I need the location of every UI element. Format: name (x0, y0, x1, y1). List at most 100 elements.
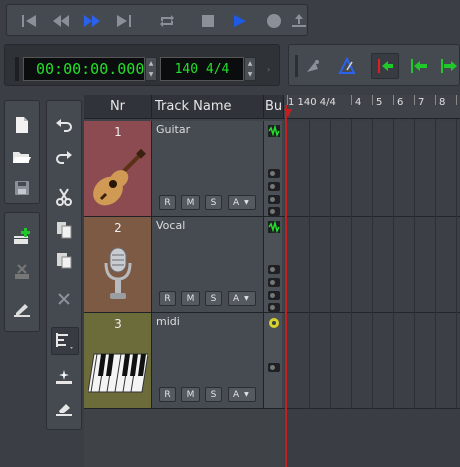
mute-button[interactable]: M (181, 195, 200, 210)
file-toolbar (4, 100, 40, 204)
playhead-cursor[interactable] (285, 105, 287, 467)
sparkle-icon (56, 370, 72, 384)
bus-connector[interactable] (268, 278, 280, 287)
fast-forward-button[interactable] (80, 9, 104, 33)
record-arm-button[interactable]: R (159, 195, 176, 210)
automation-label: A (233, 389, 240, 400)
rewind-button[interactable] (49, 9, 73, 33)
loop-button[interactable] (155, 9, 179, 33)
arrow-left-green-icon (411, 59, 427, 73)
track-body[interactable]: midi R M S A ▼ (152, 313, 264, 408)
mute-button[interactable]: M (181, 291, 200, 306)
pointer-tool-button[interactable] (301, 54, 325, 78)
bus-cell[interactable] (264, 313, 282, 408)
punch-icon (292, 14, 306, 27)
header-nr[interactable]: Nr (84, 95, 152, 119)
toolbar-grip (295, 55, 298, 77)
toolbar-extension-icon[interactable]: › (267, 65, 270, 74)
move-left-button[interactable] (407, 54, 431, 78)
grid-line (435, 119, 436, 409)
track-name[interactable]: midi (156, 315, 180, 328)
track-nr-cell[interactable]: 1 (84, 121, 152, 216)
metronome-button[interactable] (335, 54, 359, 78)
open-file-button[interactable] (10, 145, 34, 169)
track-nr-cell[interactable]: 3 (84, 313, 152, 408)
automation-dropdown[interactable]: A ▼ (228, 291, 256, 306)
ruler-tick (351, 95, 352, 105)
track-name[interactable]: Vocal (156, 219, 185, 232)
bus-connector[interactable] (268, 195, 280, 204)
header-bus[interactable]: Bu (264, 95, 284, 119)
bus-cell[interactable] (264, 217, 282, 312)
record-button[interactable] (262, 9, 286, 33)
clear-automation-button[interactable] (52, 365, 76, 389)
bus-cell[interactable] (264, 121, 282, 216)
bus-connector[interactable] (268, 182, 280, 191)
move-right-button[interactable] (437, 54, 460, 78)
forward-to-end-button[interactable] (112, 9, 136, 33)
bus-connector[interactable] (268, 169, 280, 178)
bus-connector[interactable] (268, 303, 280, 312)
solo-button[interactable]: S (205, 291, 222, 306)
record-arm-button[interactable]: R (159, 291, 176, 306)
automation-dropdown[interactable]: A ▼ (228, 195, 256, 210)
bus-connector[interactable] (268, 265, 280, 274)
piano-keys-icon (88, 353, 148, 393)
edit-toolbar (46, 100, 82, 430)
bus-connector[interactable] (268, 363, 280, 372)
arrange-canvas[interactable]: 1 140 4/4 4 5 6 7 8 (284, 95, 460, 467)
copy-button[interactable] (52, 218, 76, 242)
timeline-ruler[interactable]: 1 140 4/4 4 5 6 7 8 (284, 95, 460, 119)
undo-button[interactable] (52, 113, 76, 137)
fast-forward-icon (84, 15, 100, 27)
track-row-guitar[interactable]: 1 Guitar R M S A ▼ (84, 121, 284, 217)
paste-button[interactable] (52, 248, 76, 272)
play-button[interactable] (228, 9, 252, 33)
grid-line (351, 119, 352, 409)
folder-open-icon (13, 152, 31, 163)
automation-dropdown[interactable]: A ▼ (228, 387, 256, 402)
midi-gear-icon (269, 318, 279, 328)
new-file-button[interactable] (10, 113, 34, 137)
quantize-dropdown[interactable] (51, 327, 79, 355)
stop-button[interactable] (196, 9, 220, 33)
ruler-bar-label: 7 (418, 97, 425, 108)
mute-button[interactable]: M (181, 387, 200, 402)
bus-connector[interactable] (268, 207, 280, 216)
solo-button[interactable]: S (205, 387, 222, 402)
track-row-midi[interactable]: 3 midi R M S A ▼ (84, 313, 284, 409)
erase-button[interactable] (52, 397, 76, 421)
delete-track-button[interactable] (10, 260, 34, 284)
cut-button[interactable] (52, 185, 76, 209)
ruler-tick (393, 95, 394, 105)
solo-button[interactable]: S (205, 195, 222, 210)
ruler-tick (372, 95, 373, 105)
chevron-down-icon: ▼ (244, 391, 249, 398)
delete-x-icon (58, 293, 70, 305)
punch-button[interactable] (287, 9, 311, 33)
tempo-spinner[interactable]: ▲ ▼ (244, 57, 256, 81)
position-display[interactable]: 00:00:00.000 (23, 57, 145, 81)
save-button[interactable] (10, 176, 34, 200)
track-name[interactable]: Guitar (156, 123, 190, 136)
track-row-vocal[interactable]: 2 Vocal R M S A ▼ (84, 217, 284, 313)
position-spinner[interactable]: ▲ ▼ (145, 57, 157, 81)
follow-song-button[interactable] (371, 53, 399, 79)
track-body[interactable]: Guitar R M S A ▼ (152, 121, 264, 216)
edit-track-button[interactable] (10, 298, 34, 322)
tempo-signature-display[interactable]: 140 4/4 (160, 57, 244, 81)
delete-button[interactable] (52, 287, 76, 311)
grid-line (414, 119, 415, 409)
add-track-icon (14, 228, 30, 244)
track-nr-cell[interactable]: 2 (84, 217, 152, 312)
rewind-to-start-button[interactable] (17, 9, 41, 33)
bus-connector[interactable] (268, 291, 280, 300)
ruler-tick (414, 95, 415, 105)
track-tools-toolbar (4, 212, 40, 332)
redo-button[interactable] (52, 145, 76, 169)
record-arm-button[interactable]: R (159, 387, 176, 402)
add-track-button[interactable] (10, 225, 34, 249)
header-track-name[interactable]: Track Name (152, 95, 264, 119)
track-body[interactable]: Vocal R M S A ▼ (152, 217, 264, 312)
save-icon (15, 181, 29, 195)
